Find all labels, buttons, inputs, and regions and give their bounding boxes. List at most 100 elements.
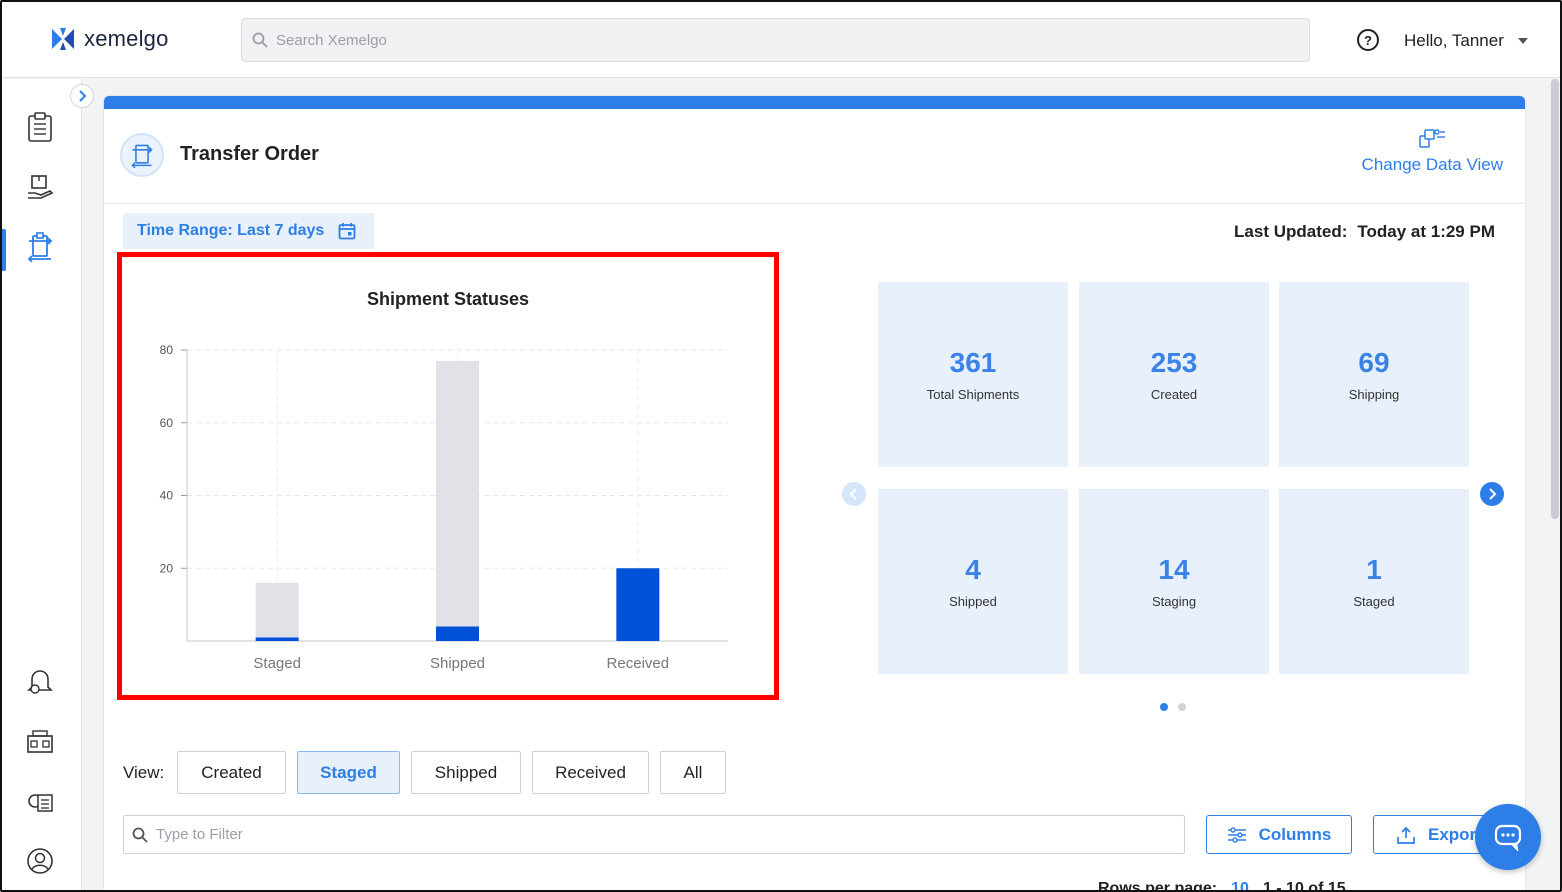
settings-list-icon	[28, 794, 53, 812]
chevron-right-icon	[1489, 488, 1497, 500]
chevron-right-icon	[79, 90, 87, 102]
sidebar-item-warehouse[interactable]	[24, 725, 56, 757]
carousel-dot[interactable]	[1160, 703, 1168, 711]
transfer-order-header-icon	[120, 133, 164, 177]
view-label: View:	[123, 763, 165, 782]
page-scrollbar[interactable]	[1551, 79, 1559, 519]
metric-tile-shipped[interactable]: 4 Shipped	[878, 489, 1068, 674]
y-tick-label: 40	[160, 489, 174, 503]
change-data-view-button[interactable]: Change Data View	[1362, 127, 1503, 175]
metric-tile-created[interactable]: 253 Created	[1079, 282, 1269, 467]
change-data-view-label: Change Data View	[1361, 155, 1503, 174]
y-tick-label: 80	[160, 343, 174, 357]
sidebar-item-transfer-order[interactable]	[24, 231, 56, 263]
x-tick-label: Shipped	[430, 655, 485, 672]
sidebar-item-package[interactable]	[24, 171, 56, 203]
transfer-order-icon	[27, 232, 53, 262]
clipboard-icon	[28, 112, 52, 142]
metric-label: Staged	[1353, 594, 1395, 609]
carousel-next-button[interactable]	[1480, 482, 1504, 506]
x-tick-label: Staged	[253, 655, 301, 672]
last-updated-label: Last Updated:	[1234, 222, 1348, 241]
upload-icon	[1397, 826, 1415, 844]
chat-support-button[interactable]	[1475, 804, 1541, 870]
metric-label: Staging	[1151, 594, 1197, 609]
sidebar	[2, 79, 82, 890]
active-indicator	[2, 229, 6, 271]
time-range-selector[interactable]: Time Range: Last 7 days	[123, 213, 374, 249]
metric-label: Shipping	[1348, 387, 1400, 402]
metric-value: 69	[1358, 347, 1390, 378]
xemelgo-logo-icon	[52, 28, 74, 50]
filter-input[interactable]: Type to Filter	[123, 815, 1185, 854]
bar-shipped-series-2	[436, 360, 479, 627]
user-greeting: Hello, Tanner	[1404, 31, 1504, 50]
filter-placeholder: Type to Filter	[156, 826, 243, 843]
chart-canvas: 20 40 60 80 Staged Shipped Received	[160, 343, 728, 672]
carousel-prev-button[interactable]	[842, 482, 866, 506]
view-option-received[interactable]: Received	[532, 751, 649, 794]
search-placeholder: Search Xemelgo	[276, 31, 387, 49]
sidebar-item-profile[interactable]	[24, 845, 56, 877]
help-icon[interactable]: ?	[1357, 29, 1379, 51]
logo-text: xemelgo	[84, 26, 169, 51]
alert-bell-icon	[27, 670, 53, 694]
app-window: xemelgo Search Xemelgo ? Hello, Tanner T…	[0, 0, 1562, 892]
transfer-order-card: Transfer Order Change Data View Time Ran…	[103, 95, 1526, 892]
chevron-down-icon	[1517, 38, 1528, 44]
metric-value: 253	[1150, 347, 1198, 378]
sidebar-item-settings[interactable]	[24, 785, 56, 817]
bar-staged-series-1	[255, 637, 299, 641]
metric-tile-total-shipments[interactable]: 361 Total Shipments	[878, 282, 1068, 467]
pagination: Rows per page: 10 1 - 10 of 15	[1098, 880, 1346, 892]
metric-tile-staged[interactable]: 1 Staged	[1279, 489, 1469, 674]
metric-value: 4	[965, 554, 981, 585]
shipment-statuses-chart: Shipment Statuses 20 40 60 80 Staged Shipped R…	[117, 252, 779, 700]
metric-label: Created	[1150, 387, 1198, 402]
top-bar: xemelgo Search Xemelgo ? Hello, Tanner	[2, 2, 1560, 78]
logo[interactable]: xemelgo	[50, 26, 169, 52]
columns-button[interactable]: Columns	[1206, 815, 1352, 854]
user-profile-icon	[27, 848, 53, 874]
last-updated: Last Updated: Today at 1:29 PM	[1234, 222, 1495, 242]
data-view-icon	[1419, 129, 1446, 148]
carousel-pagination	[1160, 703, 1186, 711]
columns-label: Columns	[1258, 824, 1332, 844]
view-option-staged[interactable]: Staged	[297, 751, 400, 794]
search-icon	[252, 32, 268, 48]
chat-icon	[1494, 824, 1522, 851]
warehouse-icon	[27, 730, 53, 753]
export-label: Expor	[1428, 824, 1477, 844]
last-updated-value: Today at 1:29 PM	[1357, 222, 1495, 241]
rows-per-page-label: Rows per page:	[1098, 880, 1218, 892]
sliders-icon	[1227, 826, 1246, 843]
x-tick-label: Received	[607, 655, 670, 672]
bar-received-series-1	[616, 568, 660, 641]
view-option-shipped[interactable]: Shipped	[411, 751, 521, 794]
view-option-created[interactable]: Created	[177, 751, 286, 794]
calendar-icon	[338, 223, 356, 240]
sidebar-item-clipboard[interactable]	[24, 111, 56, 143]
chevron-left-icon	[849, 488, 857, 500]
metric-label: Total Shipments	[926, 387, 1020, 402]
bar-shipped-series-1	[436, 626, 479, 641]
metric-label: Shipped	[949, 594, 997, 609]
card-accent-bar	[104, 96, 1525, 109]
metric-tile-staging[interactable]: 14 Staging	[1079, 489, 1269, 674]
carousel-dot[interactable]	[1178, 703, 1186, 711]
bar-staged-series-2	[255, 582, 299, 638]
rows-per-page-select[interactable]: 10	[1231, 880, 1249, 890]
sidebar-item-alerts[interactable]	[24, 665, 56, 697]
sidebar-collapse-button[interactable]	[70, 84, 94, 108]
metric-value: 361	[949, 347, 997, 378]
page-title: Transfer Order	[180, 143, 319, 165]
package-hand-icon	[28, 175, 54, 199]
search-icon	[132, 827, 148, 843]
card-header: Transfer Order Change Data View	[104, 109, 1525, 204]
metric-value: 1	[1366, 554, 1382, 585]
time-range-label: Time Range: Last 7 days	[137, 222, 325, 239]
metric-tile-shipping[interactable]: 69 Shipping	[1279, 282, 1469, 467]
search-input[interactable]: Search Xemelgo	[241, 18, 1310, 62]
user-menu[interactable]: Hello, Tanner	[1404, 31, 1528, 51]
view-option-all[interactable]: All	[660, 751, 726, 794]
